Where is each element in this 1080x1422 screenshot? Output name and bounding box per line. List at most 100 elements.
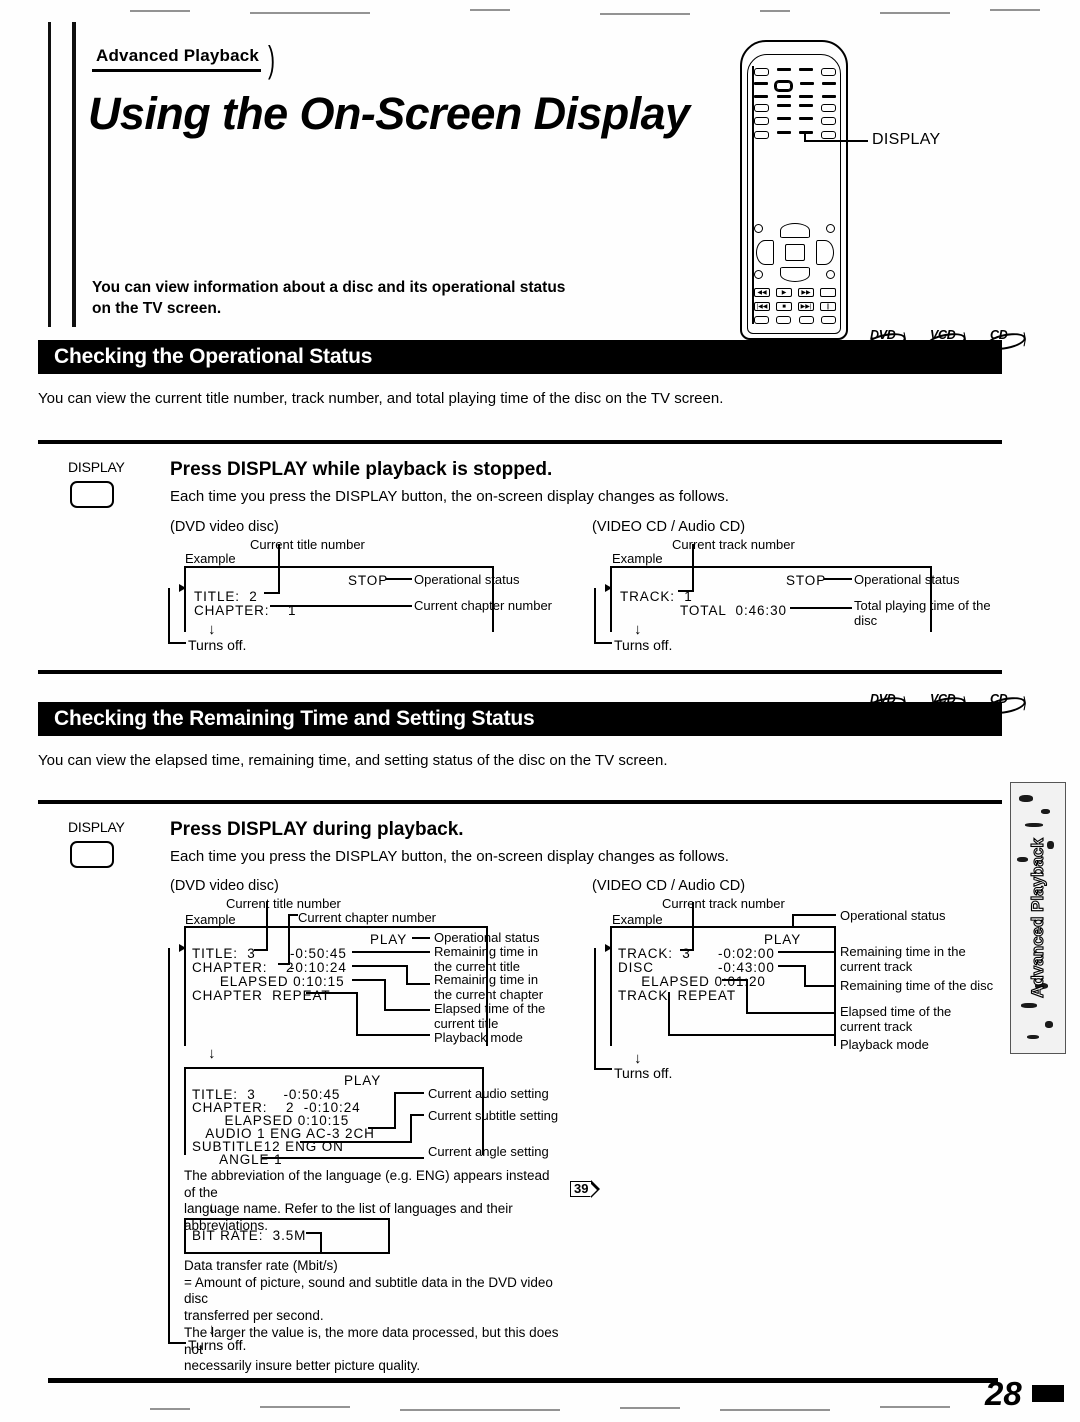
- s2-cd-turns-off: Turns off.: [614, 1065, 673, 1081]
- section-1-rule: [38, 440, 1002, 444]
- s2-dvd-leader-chapter-h: [288, 914, 298, 916]
- s2-dvd-osd1-line-1: TITLE: 3: [192, 946, 256, 961]
- s1-dvd-osd-line-1: TITLE: 2: [194, 589, 258, 604]
- s1-dvd-osd-status: STOP: [348, 573, 389, 588]
- dpad-down-icon[interactable]: [780, 267, 810, 282]
- s2-cd-callout-3: Remaining time of the disc: [840, 978, 994, 993]
- section-2-rule: [38, 800, 1002, 804]
- s1-cd-loop: [594, 588, 612, 644]
- s2-cd-leader-track-h: [680, 949, 694, 951]
- s1-dvd-callout-2: Current chapter number: [414, 598, 553, 613]
- s2-dvd-osd2-leader-angle-h: [262, 1157, 424, 1159]
- s2-dvd-osd1-time-1: -0:50:45: [290, 946, 347, 961]
- s2-dvd-callout-5: Playback mode: [434, 1030, 523, 1045]
- s1-cd-leader-track-v: [692, 544, 694, 568]
- s1-cd-loop-arrow: [605, 584, 612, 592]
- s2-dvd-osd2-callout-3: Current angle setting: [428, 1144, 549, 1159]
- step-1-button-label: DISPLAY: [68, 459, 125, 475]
- s2-dvd-leader-title-v: [266, 902, 268, 926]
- bitrate-note-line-3: transferred per second.: [184, 1308, 324, 1324]
- s1-dvd-turns-off: Turns off.: [188, 637, 247, 653]
- s1-cd-leader-track-h: [678, 590, 694, 592]
- s2-dvd-callout-2: Remaining time in the current title: [434, 944, 539, 975]
- s2-dvd-osd1-line-4: CHAPTER REPEAT: [192, 988, 331, 1003]
- s2-dvd-osd2-leader-audio-v: [394, 1092, 396, 1128]
- dpad-up-icon[interactable]: [780, 223, 810, 238]
- s2-dvd-loop-arrow: [179, 944, 186, 952]
- s2-dvd-flow-arrow-2: ↓: [208, 1199, 216, 1216]
- s2-dvd-leader-remain-chapter-v: [406, 965, 408, 983]
- s1-dvd-leader-title-v: [278, 544, 280, 568]
- s2-dvd-leader-elapsed-h: [352, 979, 386, 981]
- rewind-icon[interactable]: ◀◀: [754, 288, 770, 297]
- manual-page: Advanced Playback ) Using the On-Screen …: [0, 0, 1080, 1422]
- s2-cd-callout-1: Operational status: [840, 908, 946, 923]
- margin-rule-outer: [48, 22, 51, 327]
- section-1-heading: Checking the Operational Status: [54, 345, 373, 368]
- s2-cd-leader-track-v2: [692, 926, 694, 950]
- kicker-badge: Advanced Playback ): [92, 41, 275, 79]
- s1-cd-flow-arrow: ↓: [634, 621, 642, 638]
- s2-cd-title: (VIDEO CD / Audio CD): [592, 878, 746, 894]
- s2-cd-leader-remain-track: [778, 951, 836, 953]
- section-header-remaining-time: Checking the Remaining Time and Setting …: [38, 702, 1002, 736]
- remote-button-grid: [754, 68, 836, 144]
- page-lede: You can view information about a disc an…: [92, 278, 565, 320]
- s1-dvd-caption-title-number: Current title number: [250, 537, 365, 552]
- page-number: 28: [985, 1375, 1022, 1412]
- play-icon[interactable]: ▶: [776, 288, 792, 297]
- s1-dvd-leader-title-h: [264, 592, 280, 594]
- dpad-right-icon[interactable]: [816, 240, 834, 265]
- dpad-enter-icon[interactable]: [785, 244, 805, 261]
- s2-cd-leader-status-h: [792, 914, 836, 916]
- s2-cd-osd-time-1: -0:02:00: [718, 946, 775, 961]
- s2-dvd-leader-remain-title: [352, 951, 430, 953]
- s2-dvd-leader-title-v2: [266, 926, 268, 950]
- pause-icon[interactable]: ||: [820, 302, 836, 311]
- s2-dvd-leader-mode-h2: [356, 1034, 430, 1036]
- s2-cd-leader-remain-disc-h: [778, 965, 806, 967]
- s2-dvd-language-note-line-1: The abbreviation of the language (e.g. E…: [184, 1168, 550, 1200]
- s1-cd-osd-status: STOP: [786, 573, 827, 588]
- s2-cd-osd-time-2: -0:43:00: [718, 960, 775, 975]
- step-2-heading: Press DISPLAY during playback.: [170, 819, 464, 840]
- s2-dvd-osd2-callout-1: Current audio setting: [428, 1086, 549, 1101]
- s2-cd-callout-4: Elapsed time of the current track: [840, 1004, 952, 1035]
- stop-icon[interactable]: ■: [776, 302, 792, 311]
- s1-dvd-leader-status: [386, 578, 412, 580]
- s2-cd-osd-line-2: DISC: [618, 960, 654, 975]
- bitrate-note-line-1: Data transfer rate (Mbit/s): [184, 1258, 338, 1273]
- s2-dvd-turns-off: Turns off.: [188, 1337, 247, 1353]
- badge-dvd-2-label: DVD: [870, 692, 896, 706]
- dpad-left-icon[interactable]: [756, 240, 774, 265]
- s2-dvd-flow-arrow-3: ↓: [208, 1321, 216, 1338]
- s2-dvd-title: (DVD video disc): [170, 878, 279, 894]
- s2-dvd-callout-3: Remaining time in the current chapter: [434, 972, 544, 1003]
- s2-cd-osd-status: PLAY: [764, 932, 802, 947]
- badge-vcd-label: VCD: [930, 328, 956, 342]
- section-2-intro: You can view the elapsed time, remaining…: [38, 752, 668, 769]
- s1-dvd-title: (DVD video disc): [170, 519, 279, 535]
- s1-cd-caption-track-number: Current track number: [672, 537, 795, 552]
- footer-rule: [48, 1378, 998, 1383]
- s1-cd-turns-off: Turns off.: [614, 637, 673, 653]
- s2-cd-example-label: Example: [612, 912, 663, 927]
- s2-dvd-bitrate-note: Data transfer rate (Mbit/s) = Amount of …: [184, 1258, 574, 1375]
- remote-dpad[interactable]: [754, 222, 836, 284]
- remote-display-button[interactable]: [774, 79, 794, 92]
- s2-cd-flow-arrow: ↓: [634, 1050, 642, 1067]
- fast-forward-icon[interactable]: ▶▶: [798, 288, 814, 297]
- page-lede-line-2: on the TV screen.: [92, 299, 222, 317]
- prev-icon[interactable]: |◀◀: [754, 302, 770, 311]
- s1-cd-leader-total: [790, 607, 852, 609]
- s2-dvd-loop: [168, 948, 186, 1344]
- misc-icon-1[interactable]: [820, 288, 836, 297]
- page-reference-39[interactable]: 39: [570, 1180, 602, 1199]
- s2-dvd-leader-elapsed-h2: [384, 1009, 430, 1011]
- s1-dvd-callout-1: Operational status: [414, 572, 520, 587]
- s2-dvd-osd2-leader-audio-h: [368, 1127, 396, 1129]
- s2-cd-osd-line-3: ELAPSED 0:01:20: [618, 974, 766, 989]
- next-icon[interactable]: ▶▶|: [798, 302, 814, 311]
- section-2-heading: Checking the Remaining Time and Setting …: [54, 707, 535, 730]
- step-2-subtext: Each time you press the DISPLAY button, …: [170, 848, 729, 865]
